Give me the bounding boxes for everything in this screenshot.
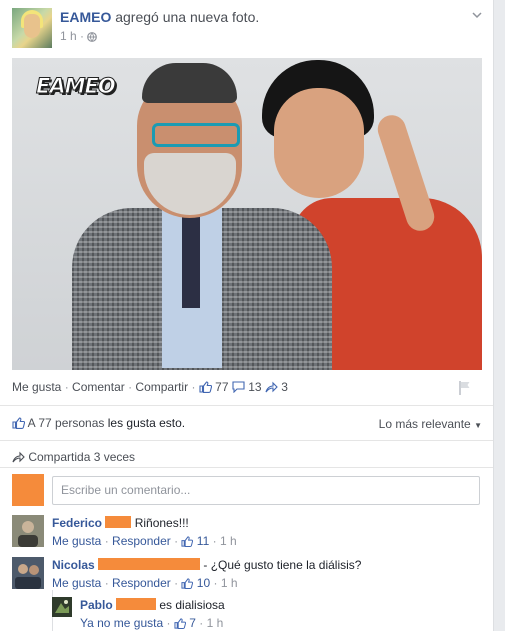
divider bbox=[0, 405, 493, 406]
post-photo[interactable]: EAMEO bbox=[12, 58, 482, 370]
meta-separator: · bbox=[104, 576, 109, 590]
meta-separator: · bbox=[212, 534, 217, 548]
divider bbox=[0, 467, 493, 468]
comment-like-link[interactable]: Me gusta bbox=[52, 534, 101, 548]
comment-text: - ¿Qué gusto tiene la diálisis? bbox=[203, 558, 362, 572]
commenter-avatar[interactable] bbox=[12, 515, 44, 547]
divider bbox=[0, 440, 493, 441]
comment-author-link[interactable]: Nicolas bbox=[52, 558, 95, 572]
comment-like-count[interactable]: 11 bbox=[197, 534, 209, 548]
share-link[interactable]: Compartir bbox=[135, 380, 188, 394]
thumbs-up-icon bbox=[199, 381, 212, 393]
post-meta: 1 h · bbox=[60, 29, 98, 43]
comment-timestamp[interactable]: 1 h bbox=[207, 616, 224, 630]
globe-icon[interactable] bbox=[87, 32, 98, 42]
post-card: EAMEO agregó una nueva foto. 1 h · EAMEO bbox=[0, 0, 494, 631]
shared-row[interactable]: Compartida 3 veces bbox=[12, 450, 312, 464]
actions-separator: · bbox=[64, 380, 69, 394]
comment-author-link[interactable]: Federico bbox=[52, 516, 102, 530]
comment-count[interactable]: 13 bbox=[248, 380, 261, 394]
avatar-face bbox=[24, 14, 40, 38]
likes-people-link[interactable]: A 77 personas bbox=[28, 416, 105, 430]
comment-text: es dialisiosa bbox=[159, 598, 225, 612]
comment-bubble-icon bbox=[232, 381, 245, 393]
reply-1-meta: Ya no me gusta · 7 · 1 h bbox=[80, 616, 223, 630]
sort-dropdown-label: Lo más relevante bbox=[378, 417, 471, 431]
redaction-block bbox=[98, 558, 201, 570]
comment-timestamp[interactable]: 1 h bbox=[220, 534, 237, 548]
share-arrow-icon bbox=[12, 451, 25, 463]
likes-suffix: les gusta esto. bbox=[107, 416, 186, 430]
comment-text: Riñones!!! bbox=[134, 516, 189, 530]
comment-1-meta: Me gusta · Responder · 11 · 1 h bbox=[52, 534, 237, 548]
reply-avatar[interactable] bbox=[52, 597, 72, 617]
comment-like-count[interactable]: 7 bbox=[189, 616, 196, 630]
actions-separator: · bbox=[191, 380, 196, 394]
shared-count-text: Compartida 3 veces bbox=[28, 450, 136, 464]
comment-timestamp[interactable]: 1 h bbox=[221, 576, 238, 590]
meta-separator: · bbox=[199, 616, 204, 630]
redaction-block bbox=[105, 516, 132, 528]
thumbs-up-icon bbox=[181, 578, 194, 589]
share-count[interactable]: 3 bbox=[281, 380, 288, 394]
meta-separator: · bbox=[213, 576, 218, 590]
post-actions-bar: Me gusta · Comentar · Compartir · 77 13 … bbox=[12, 380, 482, 398]
photo-person-left-hair bbox=[142, 63, 237, 103]
photo-person-left-glasses bbox=[152, 123, 240, 147]
thumbs-up-icon bbox=[12, 417, 25, 429]
commenter-avatar[interactable] bbox=[12, 557, 44, 589]
meta-separator: · bbox=[174, 534, 179, 548]
post-header: EAMEO agregó una nueva foto. 1 h · bbox=[12, 8, 482, 50]
comment-reply-link[interactable]: Responder bbox=[112, 534, 171, 548]
photo-person-left-tie bbox=[182, 208, 200, 308]
author-avatar[interactable] bbox=[12, 8, 52, 48]
post-author-line: EAMEO agregó una nueva foto. bbox=[60, 9, 259, 25]
composer-avatar bbox=[12, 474, 44, 506]
photo-person-right-head bbox=[274, 88, 364, 198]
comment-2-meta: Me gusta · Responder · 10 · 1 h bbox=[52, 576, 238, 590]
thumbs-up-icon bbox=[174, 618, 186, 629]
actions-separator: · bbox=[128, 380, 133, 394]
meta-separator: · bbox=[104, 534, 109, 548]
like-link[interactable]: Me gusta bbox=[12, 380, 61, 394]
chevron-down-icon[interactable] bbox=[472, 10, 482, 20]
comment-unlike-link[interactable]: Ya no me gusta bbox=[80, 616, 163, 630]
photo-logo: EAMEO bbox=[36, 74, 117, 99]
author-name-link[interactable]: EAMEO bbox=[60, 9, 111, 25]
thumbs-up-icon bbox=[181, 536, 194, 547]
comment-like-count[interactable]: 10 bbox=[197, 576, 210, 590]
redaction-block bbox=[116, 598, 157, 610]
comment-input[interactable]: Escribe un comentario... bbox=[52, 476, 480, 505]
flag-icon[interactable] bbox=[458, 380, 472, 396]
comment-author-link[interactable]: Pablo bbox=[80, 598, 113, 612]
meta-separator: · bbox=[80, 29, 85, 43]
comment-link[interactable]: Comentar bbox=[72, 380, 125, 394]
like-count[interactable]: 77 bbox=[215, 380, 228, 394]
meta-separator: · bbox=[174, 576, 179, 590]
likes-summary-row: A 77 personas les gusta esto. Lo más rel… bbox=[12, 416, 482, 434]
caret-down-icon: ▼ bbox=[474, 421, 482, 430]
sort-dropdown[interactable]: Lo más relevante ▼ bbox=[379, 417, 482, 431]
comment-2: Nicolas - ¿Qué gusto tiene la diálisis? bbox=[52, 558, 361, 572]
reply-1: Pablo es dialisiosa bbox=[80, 598, 225, 612]
comment-like-link[interactable]: Me gusta bbox=[52, 576, 101, 590]
meta-separator: · bbox=[166, 616, 171, 630]
post-action-text: agregó una nueva foto. bbox=[115, 9, 260, 25]
post-timestamp[interactable]: 1 h bbox=[60, 29, 77, 43]
comment-1: Federico Riñones!!! bbox=[52, 516, 189, 530]
share-arrow-icon bbox=[265, 381, 278, 393]
comment-reply-link[interactable]: Responder bbox=[112, 576, 171, 590]
